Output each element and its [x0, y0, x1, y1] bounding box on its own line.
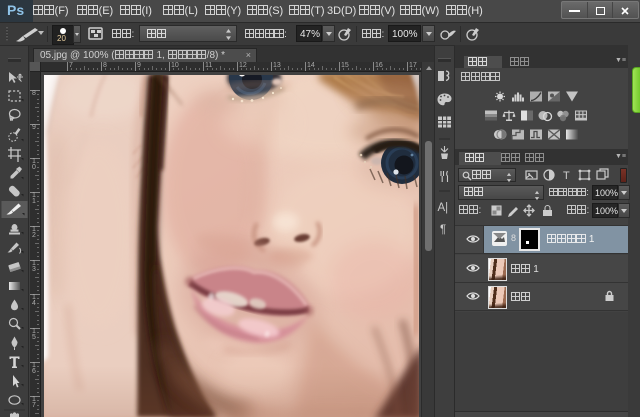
svg-text:A|: A| — [438, 202, 449, 214]
svg-text:T: T — [563, 170, 570, 182]
svg-text:¶: ¶ — [440, 224, 446, 236]
